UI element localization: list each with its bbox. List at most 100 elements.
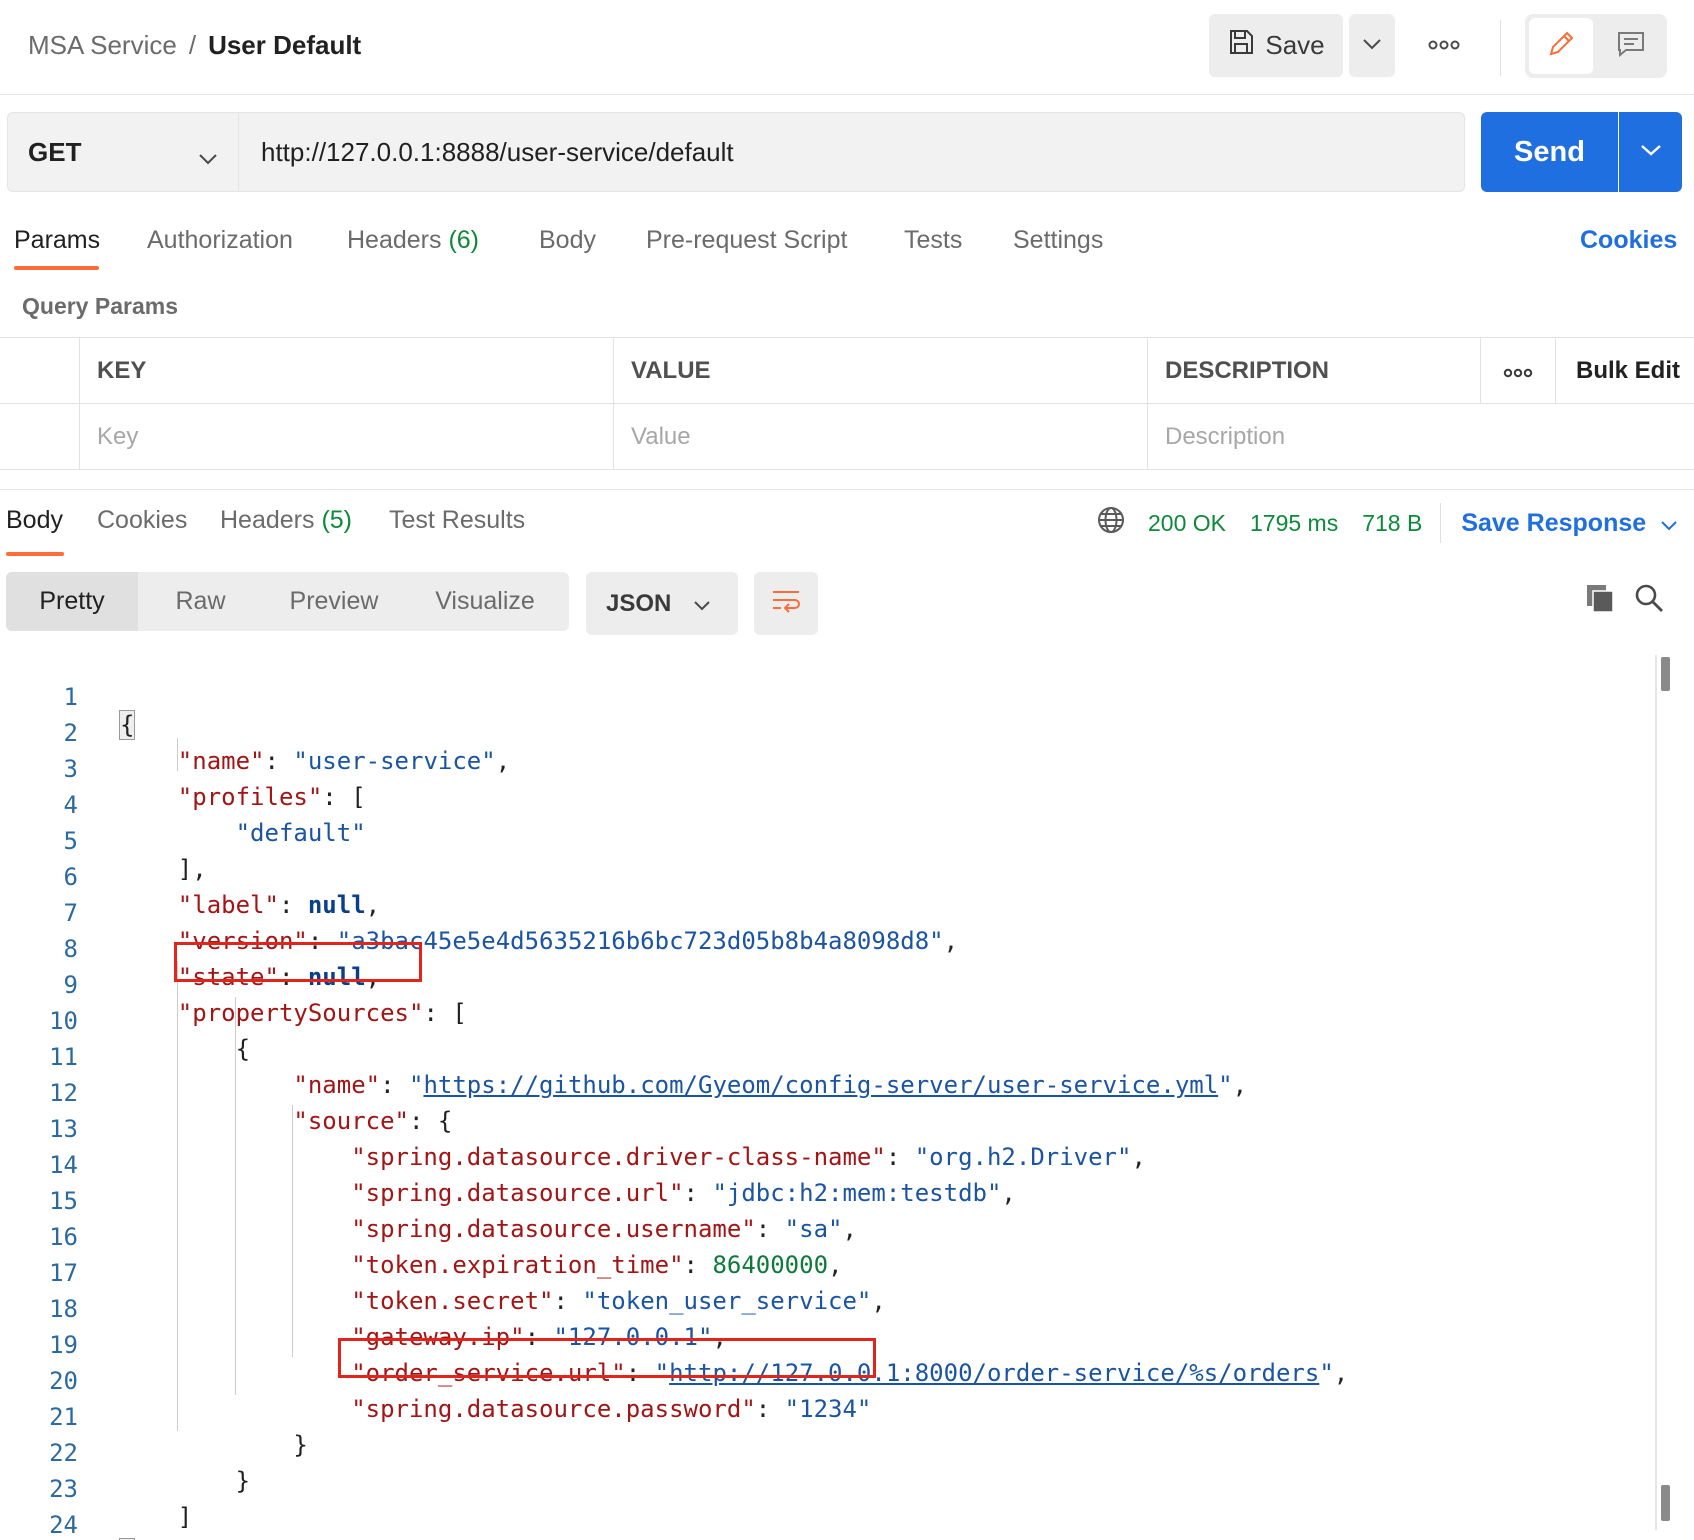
more-options-button[interactable] (1420, 24, 1468, 68)
breadcrumb-separator: / (188, 30, 197, 60)
active-tab-indicator (14, 266, 99, 270)
code-line: 15 "spring.datasource.username": "sa", (0, 1159, 1640, 1243)
response-time[interactable]: 1795 ms (1250, 510, 1338, 537)
copy-icon[interactable] (1584, 582, 1616, 619)
chevron-down-icon (1362, 37, 1382, 55)
code-line: 23 ] (0, 1447, 1640, 1531)
code-line: 8 "state": null, (0, 907, 1640, 991)
save-response-label: Save Response (1461, 508, 1647, 537)
breadcrumb-collection[interactable]: MSA Service (28, 30, 177, 61)
pane-divider[interactable] (0, 470, 1694, 490)
globe-icon[interactable] (1096, 505, 1126, 541)
scrollbar-thumb[interactable] (1661, 657, 1670, 691)
comment-icon (1616, 29, 1646, 64)
format-select[interactable]: JSON (586, 572, 738, 635)
send-label: Send (1514, 135, 1585, 168)
status-code[interactable]: 200 OK (1148, 510, 1226, 537)
code-line: 14 "spring.datasource.url": "jdbc:h2:mem… (0, 1123, 1640, 1207)
code-line: 10 { (0, 979, 1640, 1063)
column-header-key: KEY (79, 338, 613, 403)
response-tab-test-results[interactable]: Test Results (389, 506, 525, 535)
url-value: http://127.0.0.1:8888/user-service/defau… (261, 136, 734, 167)
chevron-down-icon (693, 590, 711, 618)
editor-mode-toggle (1525, 14, 1667, 78)
response-body-viewer[interactable]: 1 { 2 "name": "user-service", 3 "profile… (0, 655, 1660, 1540)
tab-headers-label: Headers (347, 226, 442, 254)
save-response-button[interactable]: Save Response (1461, 509, 1678, 538)
save-button[interactable]: Save (1209, 14, 1343, 77)
code-line: 4 "default" (0, 763, 1640, 847)
response-tab-headers-count: (5) (321, 506, 353, 534)
code-line: 18 "gateway.ip": "127.0.0.1", (0, 1267, 1640, 1351)
code-line: 12 "source": { (0, 1051, 1640, 1135)
column-header-description: DESCRIPTION (1147, 338, 1480, 403)
key-input[interactable]: Key (79, 404, 613, 470)
active-tab-indicator (6, 552, 64, 556)
column-header-value: VALUE (613, 338, 1147, 403)
view-preview-button[interactable]: Preview (263, 572, 405, 631)
code-line: 17 "token.secret": "token_user_service", (0, 1231, 1640, 1315)
response-view-mode: Pretty Raw Preview Visualize (6, 572, 569, 631)
code-line: 6 "label": null, (0, 835, 1640, 919)
top-bar: MSA Service / User Default Save (0, 0, 1694, 95)
wrap-text-icon (770, 587, 802, 620)
value-input[interactable]: Value (613, 404, 1147, 470)
request-title[interactable]: User Default (208, 30, 361, 61)
response-status: 200 OK 1795 ms 718 B Save Response (1096, 503, 1678, 543)
format-value: JSON (606, 589, 672, 617)
divider (1500, 20, 1501, 76)
send-button[interactable]: Send (1481, 112, 1618, 192)
code-line: 16 "token.expiration_time": 86400000, (0, 1195, 1640, 1279)
response-tab-headers-label: Headers (220, 506, 315, 534)
more-horizontal-icon (1428, 37, 1460, 55)
highlight-box-property-sources (174, 942, 422, 982)
wrap-lines-button[interactable] (754, 572, 818, 635)
save-options-button[interactable] (1349, 14, 1395, 77)
description-input[interactable]: Description (1147, 404, 1694, 470)
tab-params[interactable]: Params (14, 226, 100, 255)
code-line: 1 { (0, 655, 1640, 740)
scrollbar[interactable] (1655, 655, 1657, 1530)
url-input[interactable]: http://127.0.0.1:8888/user-service/defau… (238, 112, 1465, 192)
cookies-link[interactable]: Cookies (1580, 226, 1677, 255)
view-pretty-button[interactable]: Pretty (6, 572, 138, 631)
divider (1440, 503, 1442, 543)
query-params-title: Query Params (22, 293, 178, 319)
save-label: Save (1265, 30, 1325, 60)
tab-pre-request-script[interactable]: Pre-request Script (646, 226, 847, 255)
edit-mode-button[interactable] (1529, 18, 1593, 74)
response-tab-cookies[interactable]: Cookies (97, 506, 187, 535)
save-icon (1227, 28, 1255, 63)
pencil-icon (1546, 29, 1576, 64)
method-select[interactable]: GET (7, 112, 238, 192)
search-icon[interactable] (1633, 582, 1665, 619)
scrollbar-thumb[interactable] (1661, 1485, 1670, 1521)
tab-authorization[interactable]: Authorization (147, 226, 293, 255)
comments-mode-button[interactable] (1599, 18, 1663, 74)
line-number: 24 (49, 1511, 78, 1539)
code-line: 11 "name": "https://github.com/Gyeom/con… (0, 1015, 1640, 1099)
code-line: 19 "order_service.url": "http://127.0.0.… (0, 1303, 1640, 1387)
code-line: 3 "profiles": [ (0, 727, 1640, 811)
column-options-button[interactable] (1480, 338, 1555, 403)
code-line: 2 "name": "user-service", (0, 691, 1640, 775)
method-value: GET (28, 136, 82, 167)
tab-body[interactable]: Body (539, 226, 596, 255)
code-line: 7 "version": "a3bac45e5e4d5635216b6bc723… (0, 871, 1640, 955)
table-row: Key Value Description (0, 404, 1694, 470)
view-visualize-button[interactable]: Visualize (405, 572, 565, 631)
tab-settings[interactable]: Settings (1013, 226, 1103, 255)
chevron-down-icon (198, 141, 218, 172)
response-tab-headers[interactable]: Headers (5) (220, 506, 352, 535)
response-size[interactable]: 718 B (1362, 510, 1422, 537)
query-params-table: KEY VALUE DESCRIPTION Bulk Edit Key Valu… (0, 337, 1694, 470)
tab-headers-count: (6) (448, 226, 480, 254)
request-tabs: Params Authorization Headers (6) Body Pr… (0, 222, 1694, 278)
tab-tests[interactable]: Tests (904, 226, 962, 255)
response-tab-body[interactable]: Body (6, 506, 63, 535)
send-options-button[interactable] (1619, 112, 1682, 192)
bulk-edit-button[interactable]: Bulk Edit (1555, 338, 1694, 403)
view-raw-button[interactable]: Raw (138, 572, 263, 631)
tab-headers[interactable]: Headers (6) (347, 226, 479, 255)
code-line: 22 } (0, 1411, 1640, 1495)
